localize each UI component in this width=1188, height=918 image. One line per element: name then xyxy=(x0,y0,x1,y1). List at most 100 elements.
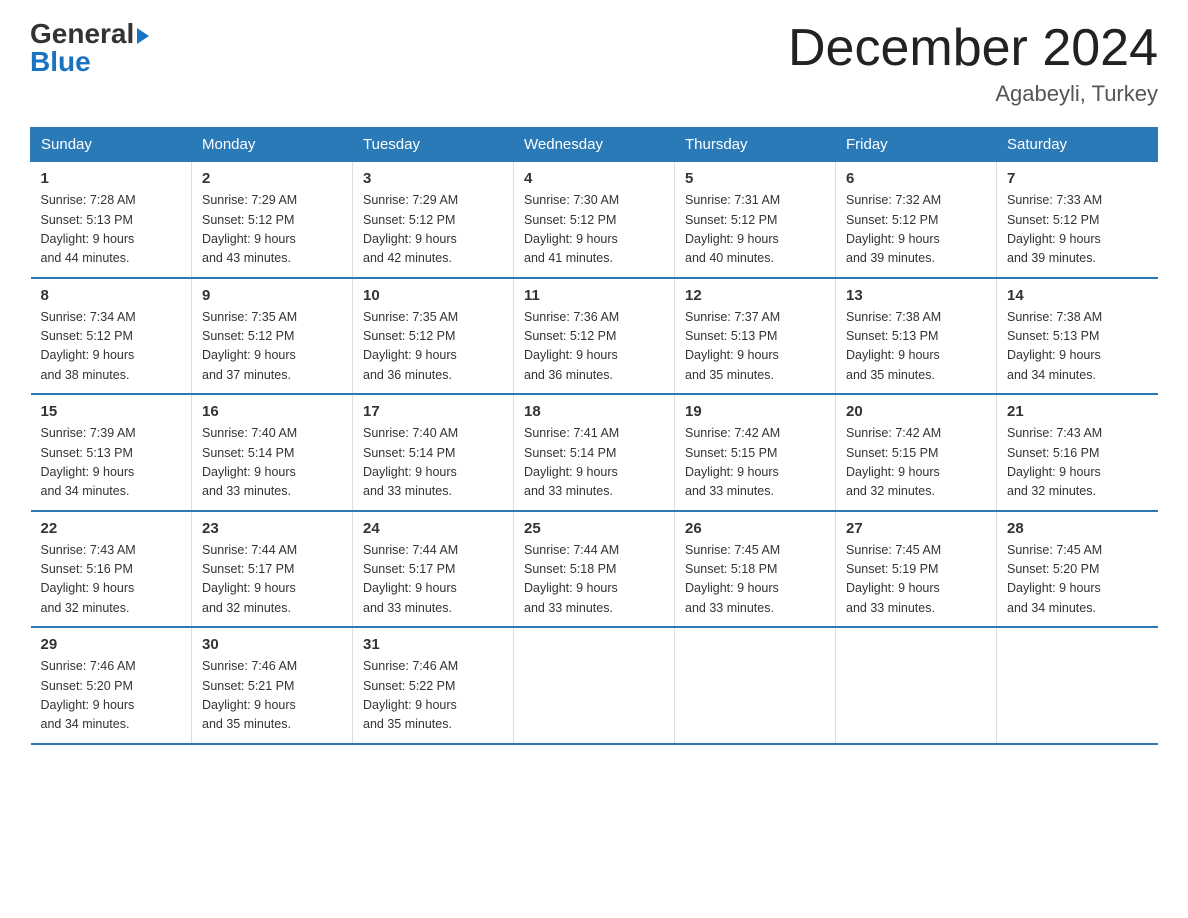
calendar-cell: 1 Sunrise: 7:28 AMSunset: 5:13 PMDayligh… xyxy=(31,162,192,278)
day-info: Sunrise: 7:37 AMSunset: 5:13 PMDaylight:… xyxy=(685,310,780,382)
month-title: December 2024 xyxy=(788,20,1158,77)
day-info: Sunrise: 7:35 AMSunset: 5:12 PMDaylight:… xyxy=(363,310,458,382)
location: Agabeyli, Turkey xyxy=(788,81,1158,107)
calendar-cell: 20 Sunrise: 7:42 AMSunset: 5:15 PMDaylig… xyxy=(836,394,997,511)
calendar-cell: 29 Sunrise: 7:46 AMSunset: 5:20 PMDaylig… xyxy=(31,627,192,744)
day-number: 6 xyxy=(846,170,986,187)
header-friday: Friday xyxy=(836,128,997,162)
day-info: Sunrise: 7:45 AMSunset: 5:18 PMDaylight:… xyxy=(685,543,780,615)
logo-blue-text: Blue xyxy=(30,48,91,76)
day-info: Sunrise: 7:44 AMSunset: 5:18 PMDaylight:… xyxy=(524,543,619,615)
day-number: 2 xyxy=(202,170,342,187)
day-info: Sunrise: 7:44 AMSunset: 5:17 PMDaylight:… xyxy=(202,543,297,615)
day-number: 17 xyxy=(363,403,503,420)
logo-triangle-icon xyxy=(137,28,149,44)
day-number: 24 xyxy=(363,520,503,537)
day-number: 8 xyxy=(41,287,182,304)
day-info: Sunrise: 7:42 AMSunset: 5:15 PMDaylight:… xyxy=(846,426,941,498)
day-number: 31 xyxy=(363,636,503,653)
calendar-cell xyxy=(997,627,1158,744)
calendar-cell: 21 Sunrise: 7:43 AMSunset: 5:16 PMDaylig… xyxy=(997,394,1158,511)
calendar-cell: 15 Sunrise: 7:39 AMSunset: 5:13 PMDaylig… xyxy=(31,394,192,511)
calendar-cell xyxy=(836,627,997,744)
calendar-cell: 23 Sunrise: 7:44 AMSunset: 5:17 PMDaylig… xyxy=(192,511,353,628)
day-info: Sunrise: 7:45 AMSunset: 5:19 PMDaylight:… xyxy=(846,543,941,615)
calendar-cell: 6 Sunrise: 7:32 AMSunset: 5:12 PMDayligh… xyxy=(836,162,997,278)
calendar-cell: 26 Sunrise: 7:45 AMSunset: 5:18 PMDaylig… xyxy=(675,511,836,628)
day-info: Sunrise: 7:35 AMSunset: 5:12 PMDaylight:… xyxy=(202,310,297,382)
day-info: Sunrise: 7:30 AMSunset: 5:12 PMDaylight:… xyxy=(524,193,619,265)
calendar-cell: 31 Sunrise: 7:46 AMSunset: 5:22 PMDaylig… xyxy=(353,627,514,744)
day-info: Sunrise: 7:40 AMSunset: 5:14 PMDaylight:… xyxy=(202,426,297,498)
day-number: 29 xyxy=(41,636,182,653)
day-number: 20 xyxy=(846,403,986,420)
day-number: 22 xyxy=(41,520,182,537)
header-sunday: Sunday xyxy=(31,128,192,162)
calendar-cell: 28 Sunrise: 7:45 AMSunset: 5:20 PMDaylig… xyxy=(997,511,1158,628)
day-number: 13 xyxy=(846,287,986,304)
day-number: 25 xyxy=(524,520,664,537)
day-number: 5 xyxy=(685,170,825,187)
calendar-cell: 11 Sunrise: 7:36 AMSunset: 5:12 PMDaylig… xyxy=(514,278,675,395)
day-number: 4 xyxy=(524,170,664,187)
calendar-cell: 18 Sunrise: 7:41 AMSunset: 5:14 PMDaylig… xyxy=(514,394,675,511)
calendar-cell xyxy=(675,627,836,744)
day-info: Sunrise: 7:38 AMSunset: 5:13 PMDaylight:… xyxy=(846,310,941,382)
day-number: 28 xyxy=(1007,520,1148,537)
day-number: 30 xyxy=(202,636,342,653)
calendar-cell: 8 Sunrise: 7:34 AMSunset: 5:12 PMDayligh… xyxy=(31,278,192,395)
calendar-cell xyxy=(514,627,675,744)
day-info: Sunrise: 7:43 AMSunset: 5:16 PMDaylight:… xyxy=(41,543,136,615)
day-info: Sunrise: 7:32 AMSunset: 5:12 PMDaylight:… xyxy=(846,193,941,265)
day-info: Sunrise: 7:36 AMSunset: 5:12 PMDaylight:… xyxy=(524,310,619,382)
calendar-cell: 24 Sunrise: 7:44 AMSunset: 5:17 PMDaylig… xyxy=(353,511,514,628)
calendar-cell: 7 Sunrise: 7:33 AMSunset: 5:12 PMDayligh… xyxy=(997,162,1158,278)
day-info: Sunrise: 7:46 AMSunset: 5:21 PMDaylight:… xyxy=(202,659,297,731)
calendar-cell: 22 Sunrise: 7:43 AMSunset: 5:16 PMDaylig… xyxy=(31,511,192,628)
day-number: 11 xyxy=(524,287,664,304)
header-tuesday: Tuesday xyxy=(353,128,514,162)
calendar-table: Sunday Monday Tuesday Wednesday Thursday… xyxy=(30,127,1158,745)
day-info: Sunrise: 7:46 AMSunset: 5:20 PMDaylight:… xyxy=(41,659,136,731)
day-number: 19 xyxy=(685,403,825,420)
day-info: Sunrise: 7:40 AMSunset: 5:14 PMDaylight:… xyxy=(363,426,458,498)
calendar-cell: 27 Sunrise: 7:45 AMSunset: 5:19 PMDaylig… xyxy=(836,511,997,628)
calendar-cell: 25 Sunrise: 7:44 AMSunset: 5:18 PMDaylig… xyxy=(514,511,675,628)
calendar-cell: 13 Sunrise: 7:38 AMSunset: 5:13 PMDaylig… xyxy=(836,278,997,395)
header-thursday: Thursday xyxy=(675,128,836,162)
day-info: Sunrise: 7:34 AMSunset: 5:12 PMDaylight:… xyxy=(41,310,136,382)
calendar-cell: 14 Sunrise: 7:38 AMSunset: 5:13 PMDaylig… xyxy=(997,278,1158,395)
day-number: 18 xyxy=(524,403,664,420)
day-number: 14 xyxy=(1007,287,1148,304)
day-info: Sunrise: 7:44 AMSunset: 5:17 PMDaylight:… xyxy=(363,543,458,615)
day-info: Sunrise: 7:42 AMSunset: 5:15 PMDaylight:… xyxy=(685,426,780,498)
day-number: 12 xyxy=(685,287,825,304)
day-number: 27 xyxy=(846,520,986,537)
calendar-cell: 19 Sunrise: 7:42 AMSunset: 5:15 PMDaylig… xyxy=(675,394,836,511)
day-number: 9 xyxy=(202,287,342,304)
day-info: Sunrise: 7:38 AMSunset: 5:13 PMDaylight:… xyxy=(1007,310,1102,382)
day-info: Sunrise: 7:33 AMSunset: 5:12 PMDaylight:… xyxy=(1007,193,1102,265)
day-info: Sunrise: 7:43 AMSunset: 5:16 PMDaylight:… xyxy=(1007,426,1102,498)
day-info: Sunrise: 7:46 AMSunset: 5:22 PMDaylight:… xyxy=(363,659,458,731)
day-number: 26 xyxy=(685,520,825,537)
day-number: 7 xyxy=(1007,170,1148,187)
calendar-cell: 10 Sunrise: 7:35 AMSunset: 5:12 PMDaylig… xyxy=(353,278,514,395)
day-info: Sunrise: 7:29 AMSunset: 5:12 PMDaylight:… xyxy=(202,193,297,265)
logo: General Blue xyxy=(30,20,149,76)
day-info: Sunrise: 7:31 AMSunset: 5:12 PMDaylight:… xyxy=(685,193,780,265)
day-info: Sunrise: 7:28 AMSunset: 5:13 PMDaylight:… xyxy=(41,193,136,265)
calendar-cell: 12 Sunrise: 7:37 AMSunset: 5:13 PMDaylig… xyxy=(675,278,836,395)
title-area: December 2024 Agabeyli, Turkey xyxy=(788,20,1158,107)
day-number: 10 xyxy=(363,287,503,304)
day-info: Sunrise: 7:39 AMSunset: 5:13 PMDaylight:… xyxy=(41,426,136,498)
logo-general-text: General xyxy=(30,20,134,48)
header-monday: Monday xyxy=(192,128,353,162)
day-number: 21 xyxy=(1007,403,1148,420)
day-number: 1 xyxy=(41,170,182,187)
page-header: General Blue December 2024 Agabeyli, Tur… xyxy=(30,20,1158,107)
calendar-cell: 30 Sunrise: 7:46 AMSunset: 5:21 PMDaylig… xyxy=(192,627,353,744)
calendar-cell: 16 Sunrise: 7:40 AMSunset: 5:14 PMDaylig… xyxy=(192,394,353,511)
header-wednesday: Wednesday xyxy=(514,128,675,162)
calendar-header: Sunday Monday Tuesday Wednesday Thursday… xyxy=(31,128,1158,162)
